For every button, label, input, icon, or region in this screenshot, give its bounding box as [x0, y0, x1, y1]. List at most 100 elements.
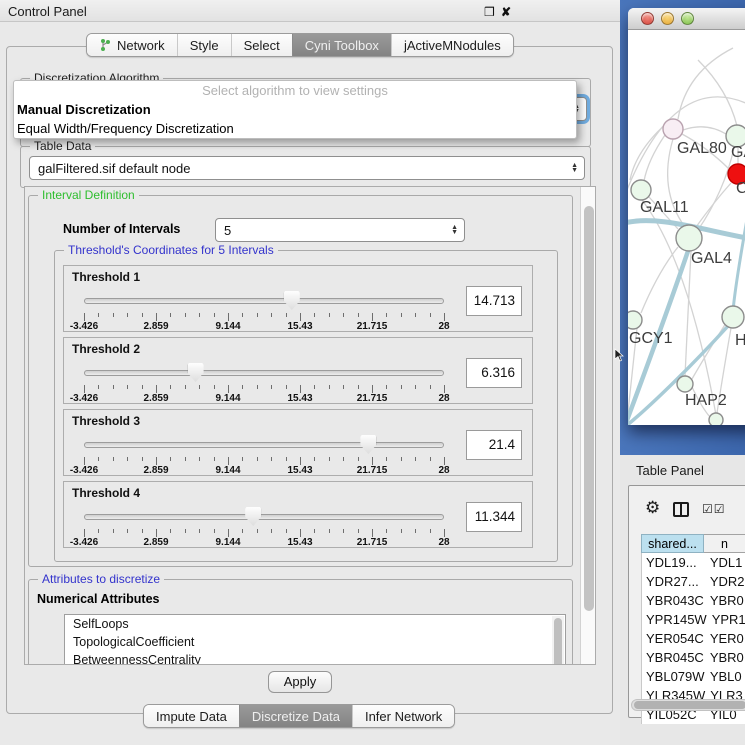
- slider-thumb[interactable]: [360, 435, 376, 454]
- table-data-value: galFiltered.sif default node: [38, 161, 190, 176]
- tab-style[interactable]: Style: [177, 34, 231, 56]
- tab-label: Discretize Data: [252, 709, 340, 724]
- split-columns-icon[interactable]: [673, 502, 689, 517]
- node-table[interactable]: shared...n YDL19...YDL1YDR27...YDR2YBR04…: [641, 534, 745, 724]
- table-row[interactable]: YBL079WYBL0: [642, 667, 745, 686]
- slider-tick: [228, 457, 229, 465]
- close-window-icon[interactable]: [641, 12, 654, 25]
- table-row[interactable]: YDL19...YDL1: [642, 553, 745, 572]
- threshold-slider-4[interactable]: -3.4262.8599.14415.4321.71528: [76, 504, 446, 548]
- threshold-panel-2: Threshold 2-3.4262.8599.14415.4321.71528…: [63, 337, 533, 404]
- threshold-slider-2[interactable]: -3.4262.8599.14415.4321.71528: [76, 360, 446, 404]
- attributes-group-title: Attributes to discretize: [38, 572, 164, 586]
- network-window-titlebar[interactable]: [628, 8, 745, 30]
- tab-jactivemnodules[interactable]: jActiveMNodules: [391, 34, 513, 56]
- slider-tick: [415, 457, 416, 461]
- slider-tick: [185, 313, 186, 317]
- network-node-label: GAL11: [640, 199, 689, 216]
- slider-tick: [372, 457, 373, 465]
- slider-track[interactable]: [84, 370, 444, 376]
- network-edge[interactable]: [698, 60, 737, 126]
- slider-tick: [156, 529, 157, 537]
- tab-impute-data[interactable]: Impute Data: [144, 705, 239, 727]
- table-row[interactable]: YBR043CYBR0: [642, 591, 745, 610]
- slider-tick: [242, 313, 243, 317]
- slider-tick-label: -3.426: [70, 537, 98, 548]
- table-column-header-2[interactable]: n: [704, 534, 745, 553]
- slider-thumb[interactable]: [245, 507, 261, 526]
- number-of-intervals-combo[interactable]: 5 ▲▼: [215, 218, 465, 242]
- slider-tick: [199, 313, 200, 317]
- checkbox-columns-icon[interactable]: ☑☑: [702, 502, 726, 516]
- tab-discretize-data[interactable]: Discretize Data: [239, 705, 352, 727]
- popup-option-equal-width[interactable]: Equal Width/Frequency Discretization: [14, 119, 576, 138]
- slider-tick: [401, 457, 402, 461]
- slider-thumb[interactable]: [284, 291, 300, 310]
- attribute-item[interactable]: BetweennessCentrality: [65, 651, 565, 665]
- threshold-value-field[interactable]: 21.4: [466, 430, 522, 460]
- table-row[interactable]: YER054CYER0: [642, 629, 745, 648]
- network-thick-edge[interactable]: [733, 208, 745, 311]
- table-cell: YBR043C: [642, 591, 705, 610]
- threshold-label: Threshold 1: [72, 270, 140, 284]
- attribute-item[interactable]: TopologicalCoefficient: [65, 633, 565, 651]
- network-edge[interactable]: [683, 127, 726, 134]
- slider-thumb[interactable]: [188, 363, 204, 382]
- slider-tick: [314, 313, 315, 317]
- network-node-GAL11[interactable]: [631, 180, 651, 200]
- table-row[interactable]: YDR27...YDR2: [642, 572, 745, 591]
- slider-tick-label: 15.43: [287, 321, 312, 332]
- numerical-attributes-list[interactable]: SelfLoopsTopologicalCoefficientBetweenne…: [64, 614, 566, 665]
- table-hscrollbar[interactable]: [631, 699, 745, 711]
- minimize-window-icon[interactable]: [661, 12, 674, 25]
- slider-tick: [113, 457, 114, 461]
- threshold-value-field[interactable]: 6.316: [466, 358, 522, 388]
- network-edge[interactable]: [685, 251, 691, 376]
- network-node-edge-node[interactable]: [709, 413, 723, 425]
- threshold-slider-1[interactable]: -3.4262.8599.14415.4321.71528: [76, 288, 446, 332]
- network-node-HAP2[interactable]: [677, 376, 693, 392]
- tab-select[interactable]: Select: [231, 34, 292, 56]
- slider-tick: [199, 529, 200, 533]
- tab-network[interactable]: Network: [87, 34, 177, 56]
- table-data-combo[interactable]: galFiltered.sif default node ▲▼: [29, 156, 585, 180]
- table-column-header-1[interactable]: shared...: [641, 534, 704, 553]
- popup-option-manual[interactable]: Manual Discretization: [14, 100, 576, 119]
- slider-tick: [185, 457, 186, 461]
- network-node-label: GAL4: [691, 250, 732, 267]
- network-edge[interactable]: [644, 135, 665, 181]
- slider-tick: [329, 529, 330, 533]
- attributes-scrollbar[interactable]: [552, 616, 564, 665]
- slider-tick: [185, 385, 186, 389]
- tab-cyni-toolbox[interactable]: Cyni Toolbox: [292, 34, 391, 56]
- number-of-intervals-label: Number of Intervals: [63, 222, 180, 236]
- tab-infer-network[interactable]: Infer Network: [352, 705, 454, 727]
- network-node-GCY1[interactable]: [628, 311, 642, 329]
- attribute-item[interactable]: SelfLoops: [65, 615, 565, 633]
- close-panel-icon[interactable]: ✘: [501, 5, 511, 19]
- threshold-slider-3[interactable]: -3.4262.8599.14415.4321.71528: [76, 432, 446, 476]
- gear-icon[interactable]: ⚙: [645, 498, 660, 518]
- network-canvas[interactable]: GAL80GACGAL11GAL4GCY1HHAP2: [628, 30, 745, 425]
- zoom-window-icon[interactable]: [681, 12, 694, 25]
- slider-track[interactable]: [84, 514, 444, 520]
- network-node-H[interactable]: [722, 306, 744, 328]
- network-node-GAL4[interactable]: [676, 225, 702, 251]
- table-row[interactable]: YPR145WYPR1: [642, 610, 745, 629]
- threshold-value-field[interactable]: 11.344: [466, 502, 522, 532]
- slider-tick: [127, 385, 128, 389]
- slider-track[interactable]: [84, 442, 444, 448]
- network-edge[interactable]: [641, 247, 678, 313]
- table-cell: YDL19...: [642, 553, 705, 572]
- threshold-value-field[interactable]: 14.713: [466, 286, 522, 316]
- slider-track[interactable]: [84, 298, 444, 304]
- network-edge[interactable]: [678, 48, 733, 119]
- viewport-scrollbar[interactable]: [580, 187, 596, 665]
- float-panel-icon[interactable]: ❒: [484, 5, 495, 19]
- network-node-GAL80[interactable]: [663, 119, 683, 139]
- apply-button[interactable]: Apply: [268, 671, 332, 693]
- table-row[interactable]: YBR045CYBR0: [642, 648, 745, 667]
- threshold-label: Threshold 3: [72, 414, 140, 428]
- slider-tick: [127, 457, 128, 461]
- slider-tick: [401, 313, 402, 317]
